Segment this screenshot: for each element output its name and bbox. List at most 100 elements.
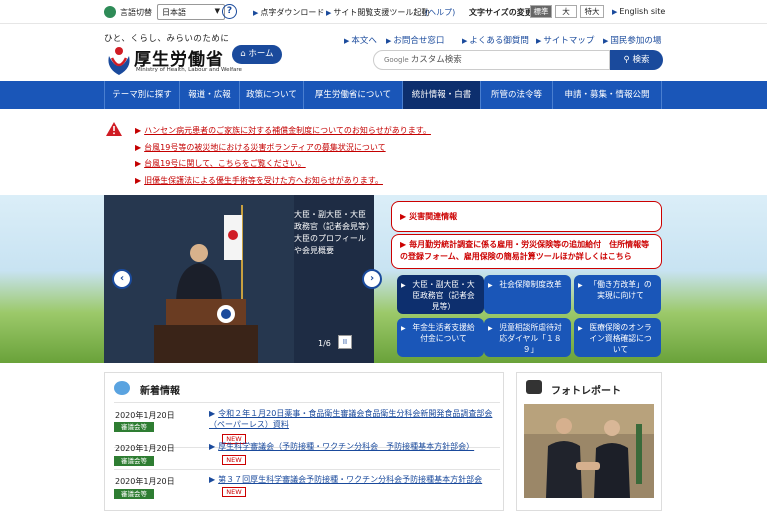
news-link[interactable]: ▶ 令和２年１月20日薬事・食品衛生審議会食品衛生分科会新開発食品調査部会（ペーパ… (209, 408, 499, 430)
triangle-icon: ▶ (344, 37, 350, 45)
braille-download-label: 点字ダウンロード (260, 8, 325, 17)
header-link-label: 本文へ (351, 36, 377, 46)
carousel-pause-button[interactable]: II (338, 335, 352, 349)
nav-laws[interactable]: 所管の法令等 (481, 81, 553, 109)
photo-report-picture (524, 404, 654, 498)
tile-social-security[interactable]: ▶ 社会保障制度改革 (484, 275, 571, 314)
search-input[interactable]: Google カスタム検索 (373, 50, 610, 70)
tile-pension-benefit[interactable]: ▶ 年金生活者支援給付金について (397, 318, 484, 357)
header-link-label: よくある御質問 (469, 36, 529, 46)
search-placeholder: カスタム検索 (410, 55, 462, 65)
news-date: 2020年1月20日 (115, 411, 175, 420)
triangle-icon: ▶ (386, 37, 392, 45)
triangle-icon: ▶ (401, 282, 406, 289)
nav-press[interactable]: 報道・広報 (180, 81, 240, 109)
news-link[interactable]: ▶ 第３７回厚生科学審議会予防接種・ワクチン分科会予防接種基本方針部会 (209, 474, 499, 485)
nav-about[interactable]: 厚生労働省について (304, 81, 403, 109)
triangle-icon: ▶ (488, 282, 493, 289)
tile-label: 「働き方改革」の実現に向けて (589, 280, 652, 300)
news-link-text: 令和２年１月20日薬事・食品衛生審議会食品衛生分科会新開発食品調査部会（ペーパー… (209, 409, 493, 429)
news-category-badge: 審議会等 (114, 456, 154, 466)
braille-download-link[interactable]: ▶ 点字ダウンロード (253, 7, 324, 18)
tile-label: 児童相談所虐待対応ダイヤル「１８９」 (499, 323, 562, 354)
speech-bubble-icon (114, 381, 130, 395)
reader-help-link[interactable]: (ヘルプ) (425, 7, 455, 18)
news-link[interactable]: ▶ 厚生科学審議会（予防接種・ワクチン分科会 予防接種基本方針部会） (209, 441, 499, 452)
alert-link[interactable]: ▶ 台風19号等の被災地における災害ボランティアの募集状況について (135, 142, 386, 153)
new-badge: NEW (222, 455, 246, 465)
language-value: 日本語 (162, 8, 186, 17)
alert-link[interactable]: ▶ 旧優生保護法による優生手術等を受けた方へお知らせがあります。 (135, 175, 383, 186)
reader-tool-link[interactable]: ▶ サイト閲覧支援ツール起動 (326, 7, 429, 18)
header-link-main[interactable]: ▶ 本文へ (344, 34, 377, 46)
nav-statistics[interactable]: 統計情報・白書 (403, 81, 481, 109)
carousel-prev-button[interactable]: ‹ (112, 269, 132, 289)
nav-policy[interactable]: 政策について (240, 81, 304, 109)
home-label: ホーム (248, 49, 274, 59)
tagline: ひと、くらし、みらいのために (104, 34, 230, 44)
help-icon[interactable]: ? (222, 4, 237, 19)
triangle-icon: ▶ (135, 159, 142, 168)
tile-child-dial[interactable]: ▶ 児童相談所虐待対応ダイヤル「１８９」 (484, 318, 571, 357)
triangle-icon: ▶ (326, 9, 332, 17)
triangle-icon: ▶ (400, 212, 407, 221)
nav-applications[interactable]: 申請・募集・情報公開 (553, 81, 662, 109)
text-size-xlarge-button[interactable]: 特大 (580, 5, 604, 18)
nav-theme[interactable]: テーマ別に探す (104, 81, 180, 109)
news-category-badge: 審議会等 (114, 489, 154, 499)
tile-online-insurance[interactable]: ▶ 医療保険のオンライン資格確認について (574, 318, 661, 357)
header-link-faq[interactable]: ▶ よくある御質問 (462, 34, 529, 46)
disaster-info-button[interactable]: ▶ 災害関連情報 (391, 201, 662, 232)
triangle-icon: ▶ (209, 409, 216, 418)
photo-report-heading: フォトレポート (551, 386, 621, 397)
alert-text: 台風19号に関して、こちらをご覧ください。 (144, 159, 306, 168)
chevron-down-icon: ▼ (214, 7, 220, 15)
triangle-icon: ▶ (401, 325, 406, 332)
header-link-sitemap[interactable]: ▶ サイトマップ (536, 34, 594, 46)
triangle-icon: ▶ (400, 240, 407, 249)
news-link-text: 厚生科学審議会（予防接種・ワクチン分科会 予防接種基本方針部会） (218, 442, 475, 451)
header-link-participation[interactable]: ▶ 国民参加の場 (603, 34, 661, 46)
tile-work-reform[interactable]: ▶ 「働き方改革」の実現に向けて (574, 275, 661, 314)
reader-tool-label: サイト閲覧支援ツール起動 (333, 8, 430, 17)
tile-label: 大臣・副大臣・大臣政務官（記者会見等） (412, 280, 475, 311)
triangle-icon: ▶ (578, 282, 583, 289)
alert-link[interactable]: ▶ ハンセン病元患者のご家族に対する補償金制度についてのお知らせがあります。 (135, 125, 431, 136)
additional-benefit-notice[interactable]: ▶ 毎月勤労統計調査に係る雇用・労災保険等の追加給付 住所情報等の登録フォーム、雇… (391, 234, 662, 269)
english-site-label: English site (619, 7, 666, 16)
triangle-icon: ▶ (488, 325, 493, 332)
tile-minister[interactable]: ▶ 大臣・副大臣・大臣政務官（記者会見等） (397, 275, 484, 314)
news-link-text: 第３７回厚生科学審議会予防接種・ワクチン分科会予防接種基本方針部会 (218, 475, 483, 484)
language-label: 言語切替 (120, 8, 152, 17)
search-button[interactable]: ⚲ 検索 (610, 50, 663, 70)
disaster-info-label: 災害関連情報 (409, 212, 458, 221)
additional-benefit-label: 毎月勤労統計調査に係る雇用・労災保険等の追加給付 住所情報等の登録フォーム、雇用… (400, 240, 650, 261)
text-size-large-button[interactable]: 大 (555, 5, 577, 18)
language-select[interactable]: 日本語 ▼ (157, 4, 225, 20)
triangle-icon: ▶ (209, 442, 216, 451)
triangle-icon: ▶ (536, 37, 542, 45)
triangle-icon: ▶ (462, 37, 468, 45)
camera-icon (526, 380, 542, 394)
tile-label: 年金生活者支援給付金について (412, 323, 475, 343)
photo-report-image[interactable] (524, 404, 654, 498)
triangle-icon: ▶ (135, 126, 142, 135)
news-date: 2020年1月20日 (115, 444, 175, 453)
carousel-pager: 1/6 (318, 339, 331, 348)
carousel-next-button[interactable]: › (362, 269, 382, 289)
new-badge: NEW (222, 487, 246, 497)
news-date: 2020年1月20日 (115, 477, 175, 486)
alert-link[interactable]: ▶ 台風19号に関して、こちらをご覧ください。 (135, 158, 306, 169)
english-site-link[interactable]: ▶ English site (612, 7, 665, 16)
home-button[interactable]: ⌂ ホーム (232, 45, 282, 64)
triangle-icon: ▶ (209, 475, 216, 484)
divider (114, 469, 500, 470)
text-size-standard-button[interactable]: 標準 (530, 5, 552, 18)
header-link-label: お問合せ窓口 (393, 36, 445, 46)
news-heading: 新着情報 (140, 386, 180, 397)
ministry-logo-icon[interactable] (106, 46, 132, 76)
slide-caption[interactable]: 大臣・副大臣・大臣政務官（記者会見等）大臣のプロフィールや会見概要 (294, 209, 370, 257)
triangle-icon: ▶ (578, 325, 583, 332)
header-link-contact[interactable]: ▶ お問合せ窓口 (386, 34, 444, 46)
triangle-icon: ▶ (612, 8, 618, 16)
